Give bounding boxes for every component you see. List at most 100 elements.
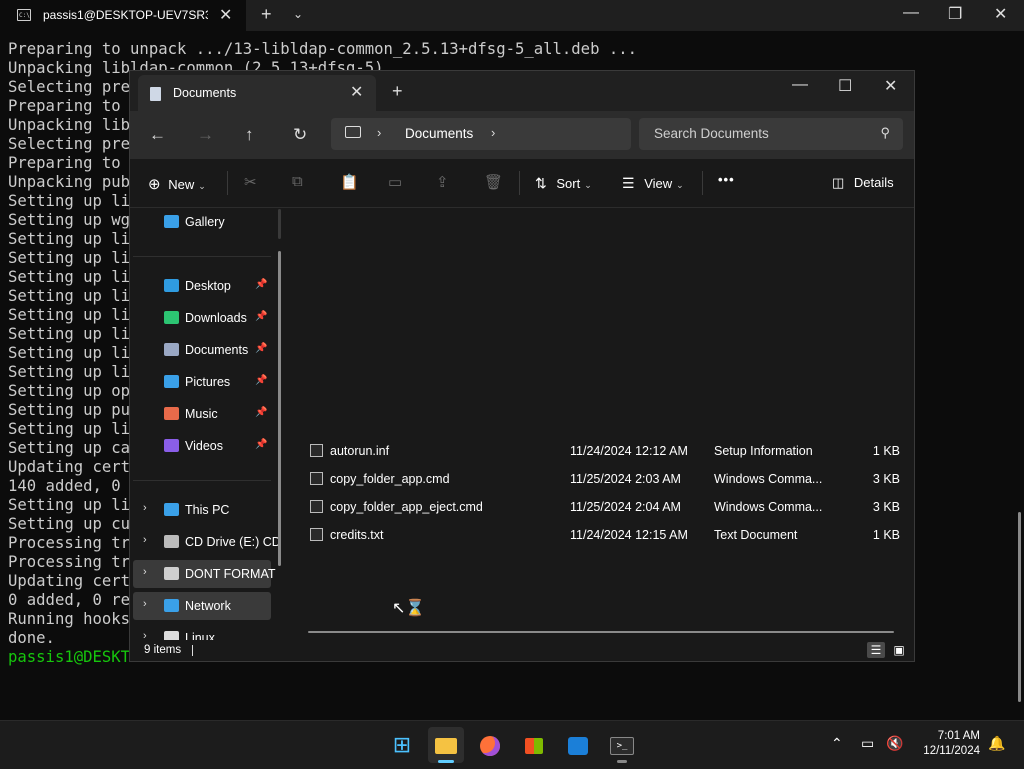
paste-icon[interactable]: 📋 [340,173,359,191]
sidebar-item-desktop[interactable]: Desktop 📌 [133,272,271,300]
sidebar-scrollbar-track [278,209,281,239]
file-size: 1 KB [872,444,900,458]
copy-icon[interactable]: ⧉ [292,173,303,190]
rename-icon[interactable]: ▭ [388,173,402,191]
explorer-tab[interactable]: Documents ✕ [138,75,376,111]
maximize-button[interactable]: ☐ [838,76,852,96]
network-status-icon[interactable]: ▭ [861,735,874,752]
taskbar-file-explorer[interactable] [428,727,464,763]
expand-chevron-icon[interactable]: › [143,598,147,610]
details-label: Details [853,175,894,190]
close-window-button[interactable]: ✕ [884,76,897,96]
explorer-tab-title: Documents [173,86,237,100]
terminal-scrollbar[interactable] [1018,512,1021,702]
more-options-button[interactable]: ••• [718,172,735,187]
back-button[interactable]: ← [149,125,166,145]
file-row[interactable]: copy_folder_app.cmd 11/25/2024 2:03 AM Win… [308,465,908,493]
pictures-icon [164,375,179,388]
sidebar-item-network[interactable]: › Network [133,592,271,620]
taskbar-terminal[interactable]: >_ [604,727,640,763]
desktop-icon [164,279,179,292]
sidebar-item-label: Network [185,599,231,613]
share-icon[interactable]: ⇪ [436,173,449,191]
status-divider [192,645,193,656]
navigation-bar: ← → ↑ ↻ › Documents › Search Documents ⚲ [130,111,914,159]
sidebar-item-cd-drive-e-cd[interactable]: › CD Drive (E:) CD [133,528,281,556]
expand-chevron-icon[interactable]: › [143,566,147,578]
file-name: credits.txt [330,528,384,542]
sidebar-item-downloads[interactable]: Downloads 📌 [133,304,271,332]
new-tab-button[interactable]: + [261,4,272,25]
sidebar-item-dont-format[interactable]: › DONT FORMAT [133,560,276,588]
pin-icon: 📌 [255,311,268,322]
file-row[interactable]: copy_folder_app_eject.cmd 11/25/2024 2:04… [308,493,908,521]
taskbar-outlook[interactable] [560,727,596,763]
cut-icon[interactable]: ✂ [244,173,257,191]
sidebar-scrollbar[interactable] [278,251,281,566]
pin-icon: 📌 [255,279,268,290]
minimize-button[interactable]: — [792,76,808,94]
videos-icon [164,439,179,452]
chevron-down-icon[interactable]: ⌄ [293,7,303,21]
sidebar-item-this-pc[interactable]: › This PC [133,496,271,524]
up-button[interactable]: ↑ [245,125,254,145]
terminal-tab[interactable]: C:\ passis1@DESKTOP-UEV7SR3: ~ ✕ [0,0,246,31]
sidebar-item-gallery[interactable]: Gallery [133,208,271,236]
sidebar-item-documents[interactable]: Documents 📌 [133,336,271,364]
horizontal-scrollbar[interactable] [308,631,894,633]
start-button[interactable]: ⊞ [384,727,420,763]
sidebar-separator [133,256,271,257]
tiles-view-icon[interactable]: ▣ [890,642,908,658]
sidebar-item-pictures[interactable]: Pictures 📌 [133,368,271,396]
address-bar[interactable]: › Documents › [331,118,631,150]
refresh-button[interactable]: ↻ [293,125,307,145]
notification-bell-icon[interactable]: 🔔 [988,735,1005,752]
view-button[interactable]: ☰ View ⌄ [622,175,684,192]
sort-button[interactable]: ⇅ Sort ⌄ [535,175,592,192]
windows-logo-icon: ⊞ [392,732,412,757]
minimize-button[interactable]: — [903,4,919,22]
restore-button[interactable]: ❐ [948,4,962,24]
pin-icon: 📌 [255,439,268,450]
sidebar-item-label: Desktop [185,279,231,293]
terminal-icon: >_ [604,727,640,763]
system-clock[interactable]: 7:01 AM 12/11/2024 [906,729,980,759]
sidebar-item-label: Pictures [185,375,231,389]
breadcrumb-documents[interactable]: Documents [405,126,473,141]
show-hidden-icons-chevron-icon[interactable]: ⌃ [831,735,843,752]
file-row[interactable]: autorun.inf 11/24/2024 12:12 AM Setup Info… [308,437,908,465]
chevron-right-icon[interactable]: › [491,125,495,140]
view-label: View [644,176,673,191]
this-pc-icon [345,126,361,138]
text-file-icon [310,528,323,541]
file-list: autorun.inf 11/24/2024 12:12 AM Setup Info… [290,208,914,640]
expand-chevron-icon[interactable]: › [143,534,147,546]
forward-button[interactable]: → [197,125,214,145]
expand-chevron-icon[interactable]: › [143,502,147,514]
sidebar-item-linux[interactable]: › Linux [133,624,271,640]
command-bar: ⊕ New ⌄ ✂ ⧉ 📋 ▭ ⇪ 🗑 ⇅ Sort ⌄ ☰ View ⌄ ••• ◫… [130,159,914,208]
divider [702,171,703,195]
close-tab-icon[interactable]: ✕ [219,5,232,25]
taskbar-microsoft-store[interactable] [516,727,552,763]
new-tab-button[interactable]: + [392,81,403,102]
chevron-down-icon: ⌄ [198,181,206,191]
details-button[interactable]: ◫ Details [832,175,894,191]
sidebar-item-videos[interactable]: Videos 📌 [133,432,271,460]
chevron-right-icon[interactable]: › [377,125,381,140]
taskbar-firefox[interactable] [472,727,508,763]
divider [519,171,520,195]
delete-icon[interactable]: 🗑 [484,173,503,191]
new-button[interactable]: ⊕ New ⌄ [148,175,206,193]
sidebar-item-music[interactable]: Music 📌 [133,400,271,428]
close-tab-icon[interactable]: ✕ [350,82,363,102]
details-view-icon[interactable]: ☰ [867,642,885,658]
file-icon [310,444,323,457]
search-box[interactable]: Search Documents ⚲ [639,118,903,150]
folder-icon [428,727,464,763]
close-window-button[interactable]: ✕ [994,4,1007,24]
file-row[interactable]: credits.txt 11/24/2024 12:15 AM Text Docum… [308,521,908,549]
volume-muted-icon[interactable]: 🔇 [886,735,903,752]
details-pane-icon: ◫ [832,175,845,190]
expand-chevron-icon[interactable]: › [143,630,147,640]
